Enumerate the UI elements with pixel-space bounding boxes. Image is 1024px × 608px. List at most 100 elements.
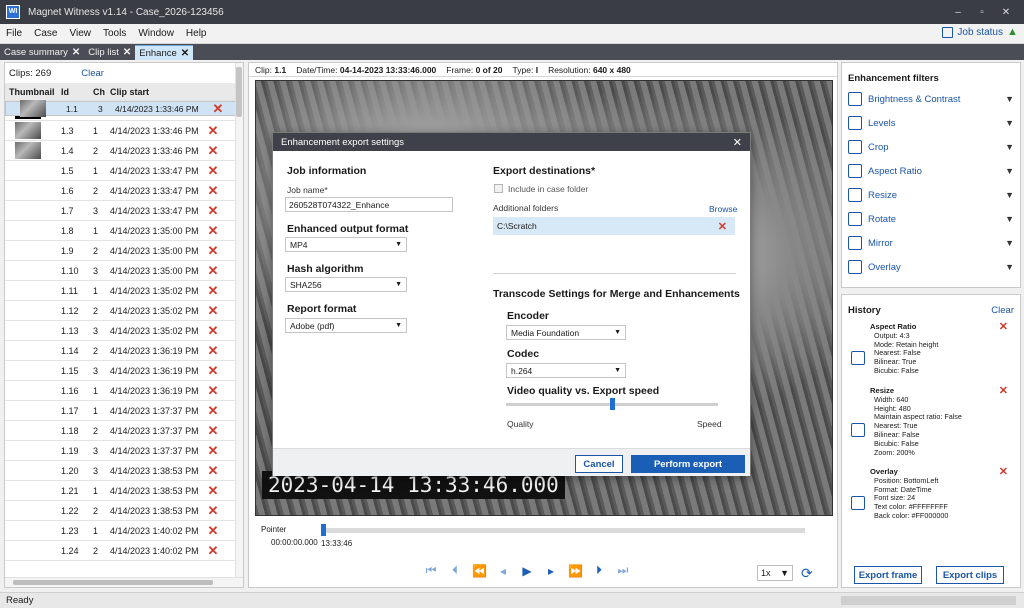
- filter-crop[interactable]: Crop ▼: [842, 135, 1020, 159]
- table-row[interactable]: 1.12 2 4/14/2023 1:35:02 PM ✕: [5, 301, 235, 321]
- table-row[interactable]: 1.3 1 4/14/2023 1:33:46 PM ✕: [5, 121, 235, 141]
- codec-select[interactable]: h.264 ▼: [506, 363, 626, 378]
- delete-clip-icon[interactable]: ✕: [199, 323, 227, 339]
- menu-file[interactable]: File: [0, 28, 28, 39]
- delete-clip-icon[interactable]: ✕: [199, 243, 227, 259]
- chevron-down-icon[interactable]: ▼: [1005, 262, 1014, 272]
- table-row[interactable]: 1.14 2 4/14/2023 1:36:19 PM ✕: [5, 341, 235, 361]
- delete-clip-icon[interactable]: ✕: [199, 303, 227, 319]
- minimize-icon[interactable]: –: [946, 7, 970, 18]
- delete-clip-icon[interactable]: ✕: [199, 403, 227, 419]
- tab-enhance[interactable]: Enhance ✕: [135, 45, 194, 60]
- remove-history-icon[interactable]: ✕: [999, 467, 1008, 478]
- next-frame-icon[interactable]: ⏵: [592, 563, 606, 578]
- timeline-marker[interactable]: [321, 524, 326, 536]
- column-header-thumbnail[interactable]: Thumbnail: [5, 83, 57, 100]
- delete-clip-icon[interactable]: ✕: [199, 223, 227, 239]
- table-row[interactable]: 1.15 3 4/14/2023 1:36:19 PM ✕: [5, 361, 235, 381]
- filter-rotate[interactable]: Rotate ▼: [842, 207, 1020, 231]
- delete-clip-icon[interactable]: ✕: [199, 483, 227, 499]
- clear-history-link[interactable]: Clear: [991, 305, 1014, 316]
- delete-clip-icon[interactable]: ✕: [199, 543, 227, 559]
- clear-clips-link[interactable]: Clear: [81, 68, 104, 79]
- history-entry[interactable]: Aspect Ratio Output: 4:3 Mode: Retain heig…: [848, 322, 1018, 376]
- table-row[interactable]: 1.17 1 4/14/2023 1:37:37 PM ✕: [5, 401, 235, 421]
- chevron-down-icon[interactable]: ▼: [1005, 190, 1014, 200]
- maximize-icon[interactable]: ▫: [970, 7, 994, 18]
- chevron-down-icon[interactable]: ▼: [1005, 142, 1014, 152]
- filter-overlay[interactable]: Overlay ▼: [842, 255, 1020, 279]
- chevron-down-icon[interactable]: ▼: [1005, 166, 1014, 176]
- chevron-down-icon[interactable]: ▼: [1005, 118, 1014, 128]
- history-entry[interactable]: Resize Width: 640 Height: 480 Maintain aspe…: [848, 386, 1018, 457]
- dialog-close-icon[interactable]: ✕: [733, 136, 742, 149]
- column-header-id[interactable]: Id: [57, 87, 89, 97]
- tab-case-summary[interactable]: Case summary ✕: [0, 45, 84, 60]
- table-row[interactable]: 1.16 1 4/14/2023 1:36:19 PM ✕: [5, 381, 235, 401]
- refresh-icon[interactable]: ⟳: [801, 565, 813, 582]
- delete-clip-icon[interactable]: ✕: [199, 383, 227, 399]
- timeline-track[interactable]: [325, 528, 805, 533]
- rewind-icon[interactable]: ⏪: [472, 564, 487, 578]
- menu-tools[interactable]: Tools: [97, 28, 132, 39]
- include-case-folder-checkbox[interactable]: [494, 184, 503, 193]
- table-row[interactable]: 1.23 1 4/14/2023 1:40:02 PM ✕: [5, 521, 235, 541]
- report-select[interactable]: Adobe (pdf) ▼: [285, 318, 407, 333]
- horizontal-scrollbar[interactable]: [5, 577, 243, 587]
- delete-clip-icon[interactable]: ✕: [199, 523, 227, 539]
- delete-clip-icon[interactable]: ✕: [199, 183, 227, 199]
- column-header-clip-start[interactable]: Clip start: [107, 87, 199, 97]
- remove-folder-icon[interactable]: ✕: [718, 220, 727, 233]
- table-row[interactable]: 1.18 2 4/14/2023 1:37:37 PM ✕: [5, 421, 235, 441]
- table-row[interactable]: 1.4 2 4/14/2023 1:33:46 PM ✕: [5, 141, 235, 161]
- menu-case[interactable]: Case: [28, 28, 63, 39]
- menu-help[interactable]: Help: [180, 28, 213, 39]
- delete-clip-icon[interactable]: ✕: [199, 363, 227, 379]
- speed-select[interactable]: 1x ▼: [757, 565, 793, 581]
- play-icon[interactable]: ▶: [520, 564, 534, 578]
- table-row[interactable]: 1.22 2 4/14/2023 1:38:53 PM ✕: [5, 501, 235, 521]
- output-format-select[interactable]: MP4 ▼: [285, 237, 407, 252]
- delete-clip-icon[interactable]: ✕: [199, 423, 227, 439]
- delete-clip-icon[interactable]: ✕: [199, 503, 227, 519]
- delete-clip-icon[interactable]: ✕: [199, 283, 227, 299]
- filter-aspect-ratio[interactable]: Aspect Ratio ▼: [842, 159, 1020, 183]
- filter-levels[interactable]: Levels ▼: [842, 111, 1020, 135]
- browse-link[interactable]: Browse: [709, 204, 737, 214]
- delete-clip-icon[interactable]: ✕: [199, 203, 227, 219]
- perform-export-button[interactable]: Perform export: [631, 455, 745, 473]
- history-entry[interactable]: Overlay Position: BottomLeft Format: DateT…: [848, 467, 1018, 521]
- cancel-button[interactable]: Cancel: [575, 455, 623, 473]
- table-row[interactable]: 1.5 1 4/14/2023 1:33:47 PM ✕: [5, 161, 235, 181]
- prev-frame-icon[interactable]: ⏴: [448, 563, 462, 578]
- table-row[interactable]: 1.9 2 4/14/2023 1:35:00 PM ✕: [5, 241, 235, 261]
- menu-view[interactable]: View: [63, 28, 97, 39]
- filter-mirror[interactable]: Mirror ▼: [842, 231, 1020, 255]
- table-row[interactable]: 1.10 3 4/14/2023 1:35:00 PM ✕: [5, 261, 235, 281]
- table-row[interactable]: 1.8 1 4/14/2023 1:35:00 PM ✕: [5, 221, 235, 241]
- hash-select[interactable]: SHA256 ▼: [285, 277, 407, 292]
- close-tab-icon[interactable]: ✕: [181, 48, 189, 59]
- encoder-select[interactable]: Media Foundation ▼: [506, 325, 626, 340]
- menu-window[interactable]: Window: [132, 28, 180, 39]
- table-row[interactable]: 1.24 2 4/14/2023 1:40:02 PM ✕: [5, 541, 235, 561]
- skip-end-icon[interactable]: ⏭: [616, 563, 630, 578]
- quality-slider-thumb[interactable]: [610, 398, 615, 410]
- table-row[interactable]: 1.19 3 4/14/2023 1:37:37 PM ✕: [5, 441, 235, 461]
- remove-history-icon[interactable]: ✕: [999, 322, 1008, 333]
- tab-clip-list[interactable]: Clip list ✕: [84, 45, 135, 60]
- bell-icon[interactable]: ▲: [1007, 26, 1019, 38]
- table-row[interactable]: 1.7 3 4/14/2023 1:33:47 PM ✕: [5, 201, 235, 221]
- delete-clip-icon[interactable]: ✕: [199, 463, 227, 479]
- skip-start-icon[interactable]: ⏮: [424, 563, 438, 578]
- timeline[interactable]: Pointer 00:00:00.000 13:33:46: [255, 523, 833, 551]
- table-row[interactable]: 1.11 1 4/14/2023 1:35:02 PM ✕: [5, 281, 235, 301]
- table-row[interactable]: 1.21 1 4/14/2023 1:38:53 PM ✕: [5, 481, 235, 501]
- step-forward-icon[interactable]: ▸: [544, 564, 558, 578]
- vertical-scrollbar[interactable]: [235, 63, 243, 587]
- table-row[interactable]: 1.13 3 4/14/2023 1:35:02 PM ✕: [5, 321, 235, 341]
- filter-brightness-contrast[interactable]: Brightness & Contrast ▼: [842, 87, 1020, 111]
- job-status-button[interactable]: Job status ▲: [942, 26, 1019, 38]
- chevron-down-icon[interactable]: ▼: [1005, 94, 1014, 104]
- chevron-down-icon[interactable]: ▼: [1005, 214, 1014, 224]
